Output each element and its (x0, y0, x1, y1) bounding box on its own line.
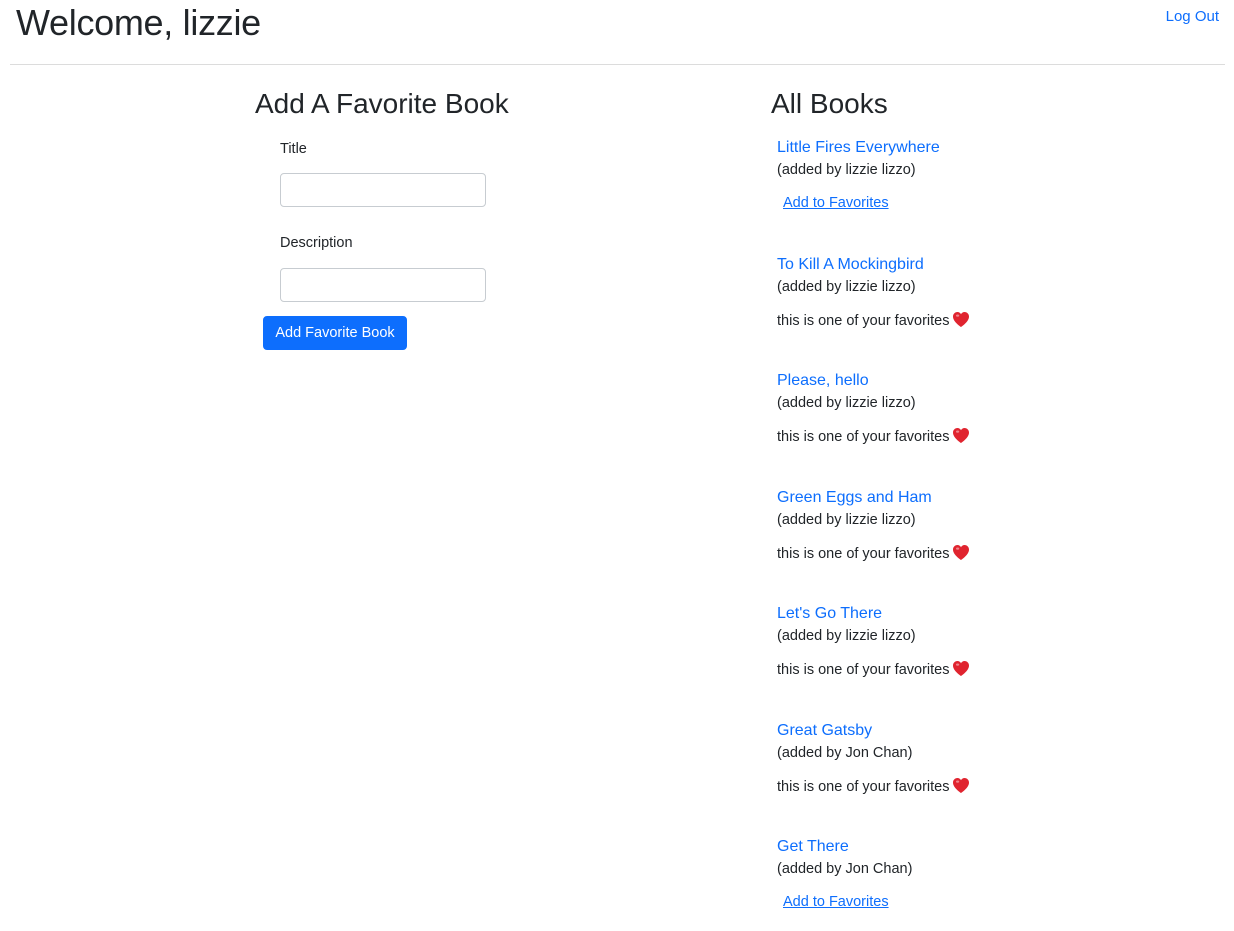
favorite-note: this is one of your favorites (777, 544, 970, 567)
book-item: Get There (added by Jon Chan) Add to Favor… (777, 836, 1197, 931)
add-favorite-form: Add A Favorite Book Title Description Ad… (255, 86, 675, 350)
add-to-favorites-link[interactable]: Add to Favorites (783, 195, 889, 211)
favorite-note-text: this is one of your favorites (777, 662, 950, 678)
page: Welcome, lizzie Log Out Add A Favorite B… (0, 0, 1234, 931)
book-item: Green Eggs and Ham (added by lizzie lizzo… (777, 487, 1197, 604)
book-added-by: (added by Jon Chan) (777, 861, 913, 877)
book-item: To Kill A Mockingbird (added by lizzie li… (777, 254, 1197, 371)
title-input[interactable] (280, 173, 486, 207)
heart-icon (952, 311, 970, 334)
description-input[interactable] (280, 268, 486, 302)
favorite-note: this is one of your favorites (777, 427, 970, 450)
favorite-note: this is one of your favorites (777, 660, 970, 683)
book-added-by: (added by lizzie lizzo) (777, 162, 916, 178)
favorite-note: this is one of your favorites (777, 311, 970, 334)
book-title-link[interactable]: Please, hello (777, 370, 1197, 392)
book-title-link[interactable]: Little Fires Everywhere (777, 137, 1197, 159)
book-added-by: (added by lizzie lizzo) (777, 628, 916, 644)
book-list: Little Fires Everywhere (added by lizzie … (777, 137, 1197, 931)
book-item: Let's Go There (added by lizzie lizzo) thi… (777, 603, 1197, 720)
heart-icon (952, 660, 970, 683)
add-to-favorites-link[interactable]: Add to Favorites (783, 894, 889, 910)
heart-icon (952, 427, 970, 450)
all-books-section: All Books Little Fires Everywhere (added … (771, 86, 1211, 910)
book-item: Please, hello (added by lizzie lizzo) this… (777, 370, 1197, 487)
header-divider (10, 64, 1225, 65)
form-title: Add A Favorite Book (255, 88, 509, 119)
book-added-by: (added by lizzie lizzo) (777, 511, 916, 528)
book-title-link[interactable]: Let's Go There (777, 603, 1197, 625)
logout-link[interactable]: Log Out (1166, 8, 1219, 25)
book-title-link[interactable]: Great Gatsby (777, 720, 1197, 742)
favorite-note: this is one of your favorites (777, 777, 970, 800)
favorite-note-text: this is one of your favorites (777, 545, 950, 562)
book-item: Great Gatsby (added by Jon Chan) this is o… (777, 720, 1197, 837)
book-item: Little Fires Everywhere (added by lizzie … (777, 137, 1197, 254)
all-books-title: All Books (771, 88, 888, 119)
favorite-note-text: this is one of your favorites (777, 429, 950, 445)
heart-icon (952, 544, 970, 567)
description-label: Description (280, 235, 353, 251)
book-title-link[interactable]: Green Eggs and Ham (777, 487, 1197, 509)
add-favorite-book-button[interactable]: Add Favorite Book (263, 316, 407, 350)
book-added-by: (added by lizzie lizzo) (777, 395, 916, 411)
book-added-by: (added by Jon Chan) (777, 744, 913, 761)
title-label: Title (280, 141, 307, 157)
book-title-link[interactable]: Get There (777, 836, 1197, 858)
welcome-heading: Welcome, lizzie (16, 2, 261, 43)
favorite-note-text: this is one of your favorites (777, 312, 950, 329)
favorite-note-text: this is one of your favorites (777, 778, 950, 795)
book-title-link[interactable]: To Kill A Mockingbird (777, 254, 1197, 276)
heart-icon (952, 777, 970, 800)
book-added-by: (added by lizzie lizzo) (777, 278, 916, 295)
